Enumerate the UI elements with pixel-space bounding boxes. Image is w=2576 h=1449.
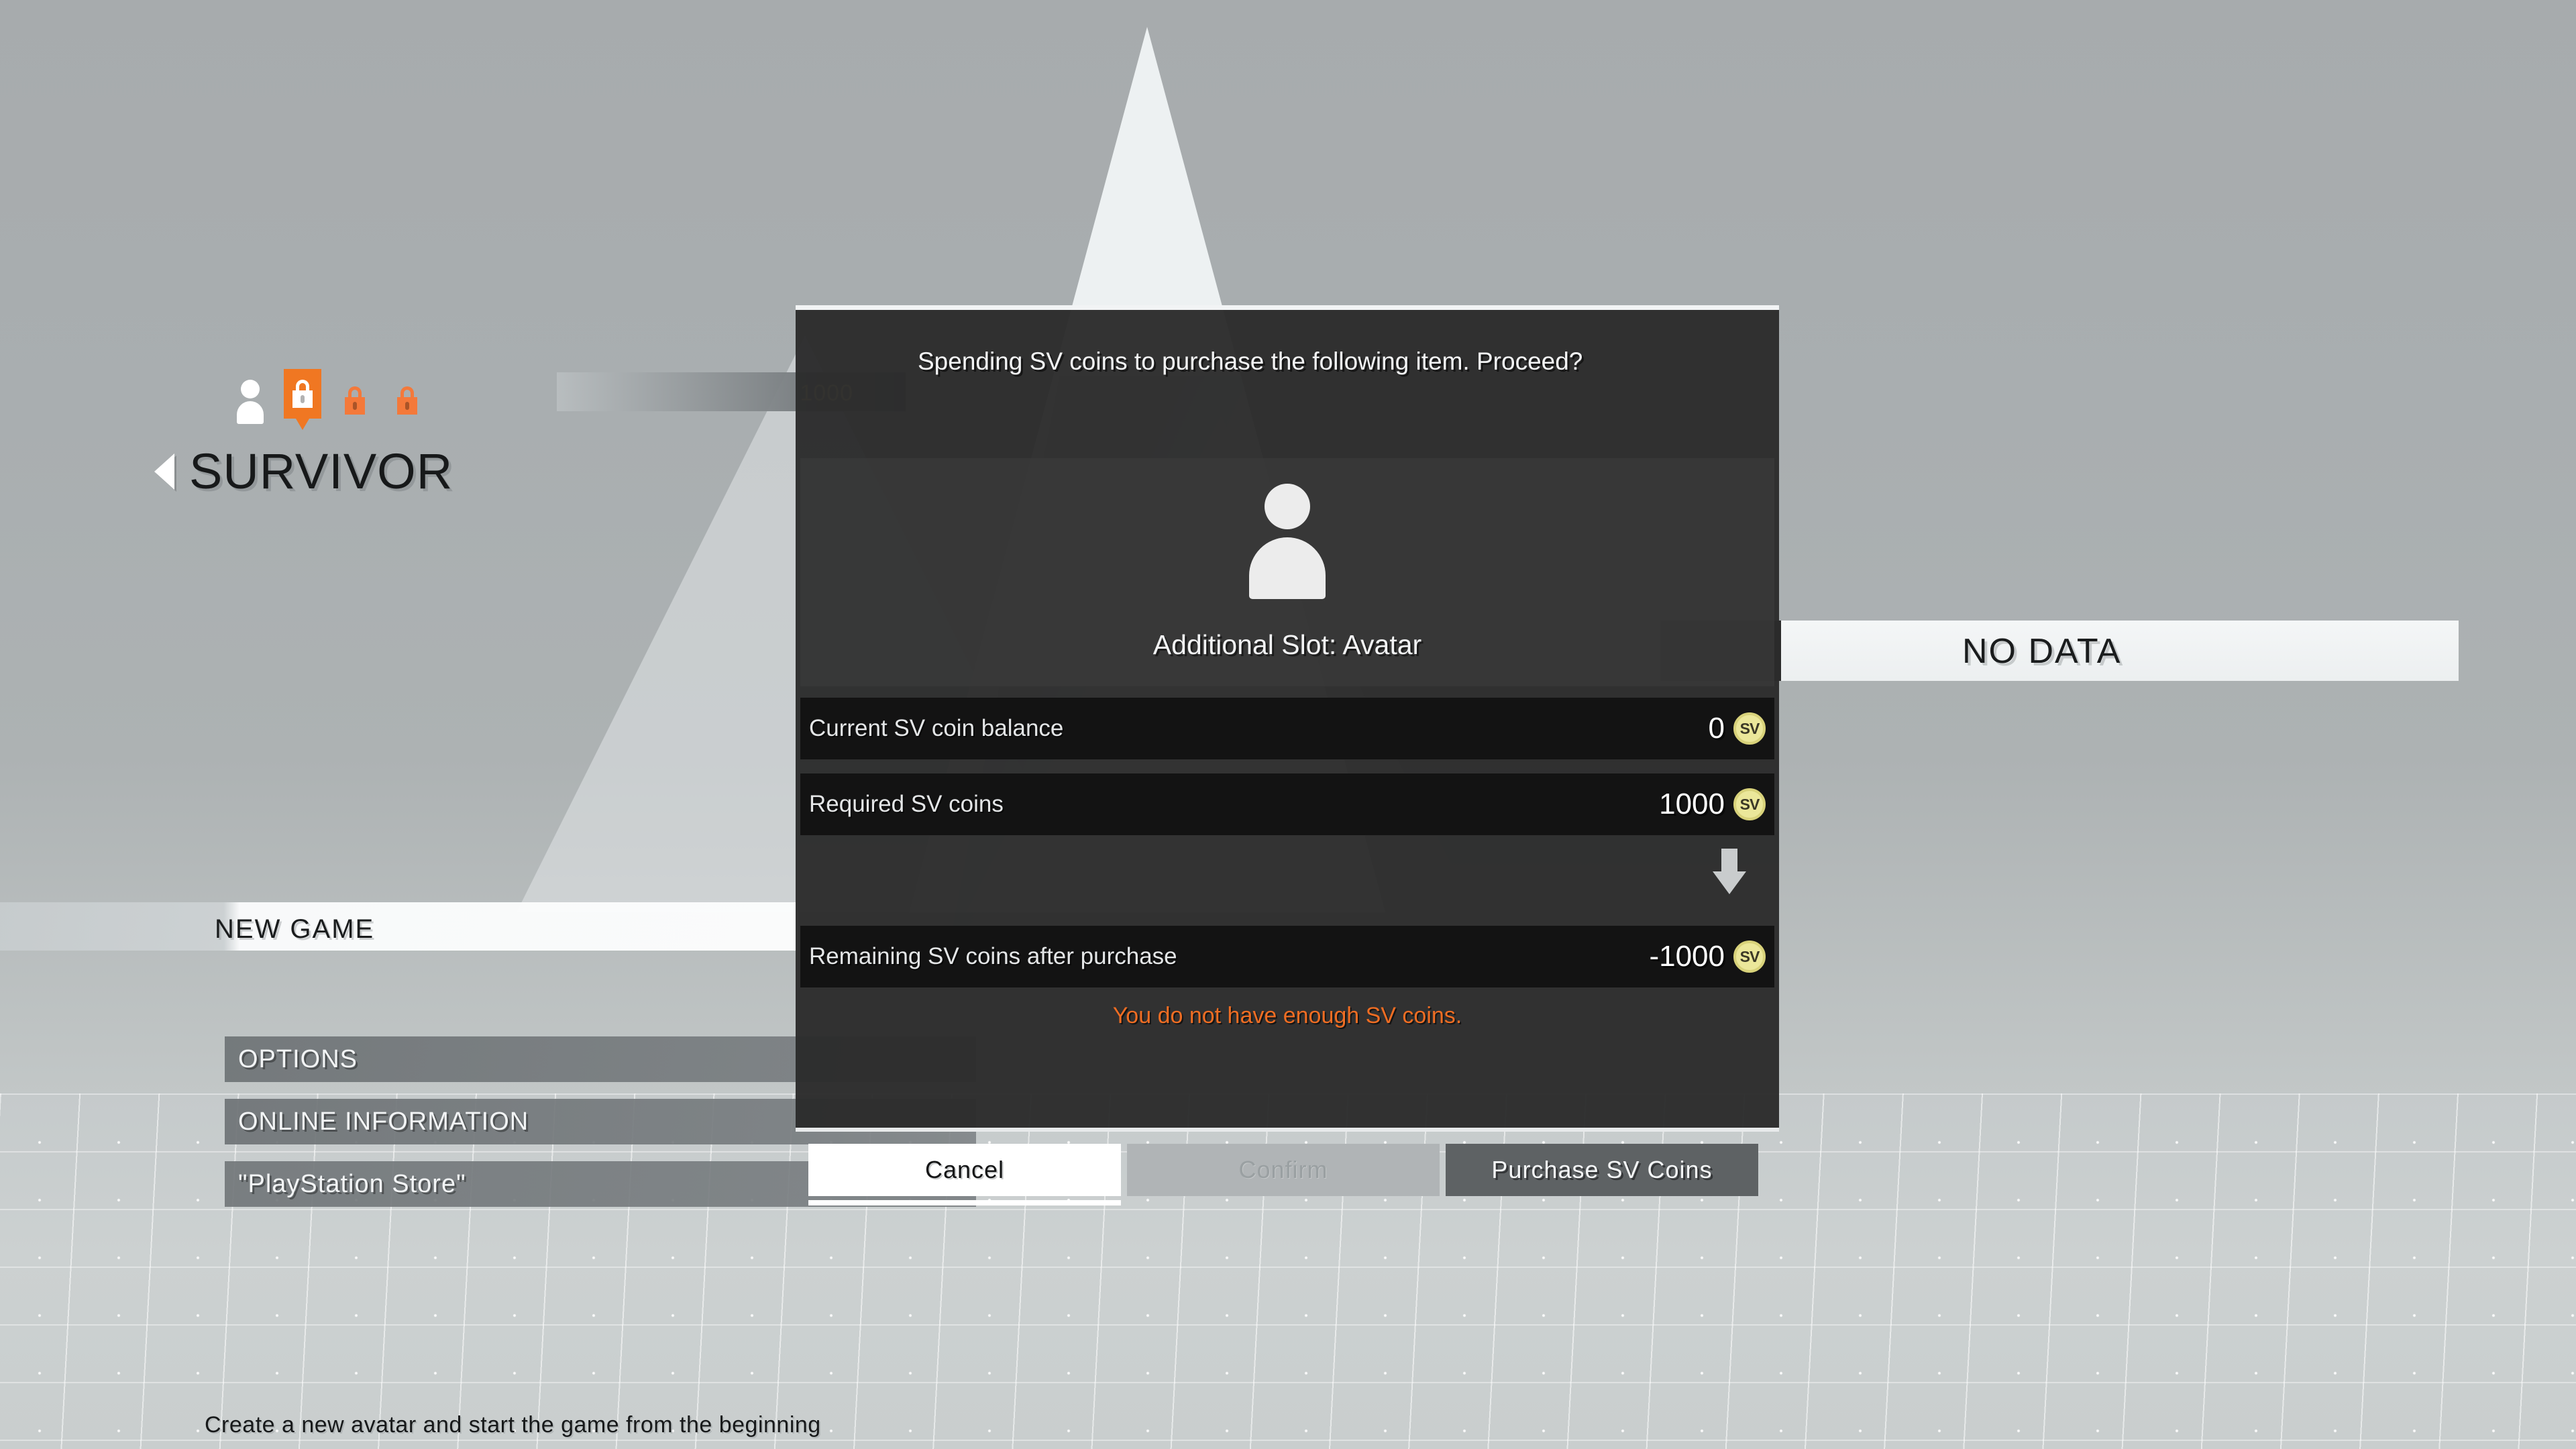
save-data-panel: NO DATA <box>1781 621 2459 681</box>
purchase-confirmation-dialog: Spending SV coins to purchase the follow… <box>796 305 1779 1134</box>
person-icon[interactable] <box>231 376 269 425</box>
confirm-button[interactable]: Confirm <box>1127 1144 1440 1196</box>
row-value-group: 1000 SV <box>1659 788 1766 821</box>
lock-icon-2[interactable] <box>336 376 374 425</box>
row-value-group: -1000 SV <box>1649 940 1766 973</box>
lock-glyph <box>397 386 417 415</box>
row-value: 0 <box>1708 712 1725 745</box>
lock-selected-highlight <box>284 369 321 430</box>
sv-coin-icon: SV <box>1733 712 1766 745</box>
lock-glyph <box>345 386 365 415</box>
avatar-head-shape <box>1265 484 1310 529</box>
back-arrow-icon[interactable] <box>154 453 174 490</box>
menu-item-label: "PlayStation Store" <box>238 1169 466 1198</box>
arrow-head-shape <box>1713 871 1746 894</box>
slot-icon-row <box>231 369 426 430</box>
sv-coin-icon: SV <box>1733 941 1766 973</box>
lock-body <box>397 397 417 415</box>
dialog-item-name: Additional Slot: Avatar <box>1152 629 1422 660</box>
page-title: SURVIVOR <box>189 443 453 499</box>
row-value-group: 0 SV <box>1709 712 1766 745</box>
lock-icon-3[interactable] <box>388 376 426 425</box>
avatar-body-shape <box>1249 537 1326 599</box>
lock-icon-selected[interactable] <box>284 369 321 430</box>
dialog-item-preview: Additional Slot: Avatar <box>800 458 1774 686</box>
menu-description: Create a new avatar and start the game f… <box>205 1412 821 1438</box>
row-remaining-coins: Remaining SV coins after purchase -1000 … <box>800 926 1774 987</box>
person-body-shape <box>237 401 264 424</box>
row-required-coins: Required SV coins 1000 SV <box>800 773 1774 835</box>
lock-glyph <box>292 380 313 408</box>
row-label: Required SV coins <box>809 791 1004 817</box>
row-label: Remaining SV coins after purchase <box>809 943 1177 969</box>
row-value: -1000 <box>1649 940 1725 973</box>
row-label: Current SV coin balance <box>809 715 1064 741</box>
person-head-shape <box>241 380 260 398</box>
insufficient-funds-warning: You do not have enough SV coins. <box>1112 1003 1462 1028</box>
avatar-icon <box>1244 484 1331 599</box>
dialog-header-text: Spending SV coins to purchase the follow… <box>918 347 1583 375</box>
menu-item-label: NEW GAME <box>215 914 375 944</box>
row-value: 1000 <box>1659 788 1725 820</box>
lock-body <box>345 397 365 415</box>
arrow-stem-shape <box>1721 849 1737 873</box>
menu-item-label: OPTIONS <box>238 1044 358 1073</box>
screen-title-row: SURVIVOR <box>154 443 453 500</box>
lock-body <box>292 390 313 408</box>
sv-coin-icon: SV <box>1733 788 1766 820</box>
cancel-button[interactable]: Cancel <box>808 1144 1121 1205</box>
purchase-sv-coins-button[interactable]: Purchase SV Coins <box>1446 1144 1758 1196</box>
no-data-label: NO DATA <box>1962 632 2122 671</box>
menu-item-label: ONLINE INFORMATION <box>238 1107 529 1136</box>
row-current-balance: Current SV coin balance 0 SV <box>800 698 1774 759</box>
menu-item-new-game[interactable]: NEW GAME <box>0 902 798 951</box>
dialog-top-border <box>796 305 1779 310</box>
dialog-button-row: Cancel Confirm Purchase SV Coins <box>808 1144 1758 1205</box>
